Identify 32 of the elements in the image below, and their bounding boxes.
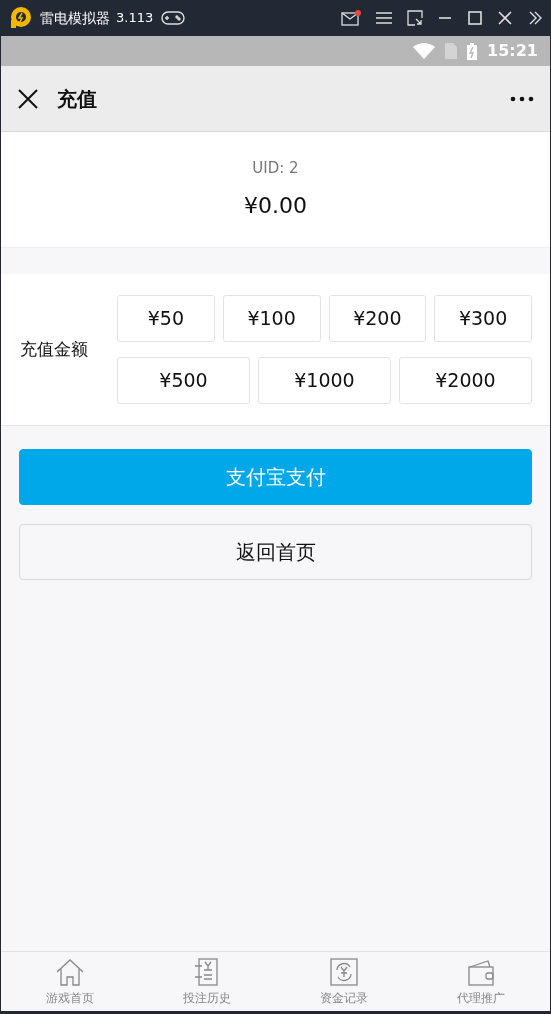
battery-charging-icon xyxy=(467,42,478,60)
nav-tab[interactable]: 代理推广 xyxy=(412,952,550,1011)
amount-option[interactable]: ¥1000 xyxy=(258,357,391,404)
mail-icon[interactable] xyxy=(341,10,361,26)
chevron-icon[interactable] xyxy=(527,10,543,26)
home-button[interactable]: 返回首页 xyxy=(19,524,532,580)
wifi-icon xyxy=(413,43,436,59)
more-icon[interactable] xyxy=(510,95,534,102)
uid-text: UID: 2 xyxy=(252,157,299,179)
window-title: 雷电模拟器 xyxy=(40,8,110,28)
version-text: 3.113 xyxy=(116,9,154,28)
maximize-icon[interactable] xyxy=(467,10,483,26)
amount-option[interactable]: ¥200 xyxy=(328,295,427,342)
menu-icon[interactable] xyxy=(375,11,393,25)
gamepad-icon[interactable] xyxy=(161,10,186,26)
balance-text: ¥0.00 xyxy=(244,192,307,221)
close-icon[interactable] xyxy=(17,87,39,110)
nav-tab[interactable]: 资金记录 xyxy=(275,952,413,1011)
resize-icon[interactable] xyxy=(407,10,423,26)
amount-option[interactable]: ¥2000 xyxy=(399,357,532,404)
no-sim-icon xyxy=(445,43,458,59)
amount-option[interactable]: ¥500 xyxy=(117,357,250,404)
amount-label: 充值金额 xyxy=(20,337,89,361)
clock-text: 15:21 xyxy=(487,40,538,62)
amount-option[interactable]: ¥50 xyxy=(117,295,215,342)
nav-tab[interactable]: 投注历史 xyxy=(138,952,276,1011)
amount-option[interactable]: ¥300 xyxy=(434,295,532,342)
currency-exchange-icon xyxy=(329,956,360,987)
nav-tab[interactable]: 游戏首页 xyxy=(1,952,139,1011)
logo-icon xyxy=(8,6,32,30)
amount-option[interactable]: ¥100 xyxy=(222,295,321,342)
page-title: 充值 xyxy=(57,85,97,113)
